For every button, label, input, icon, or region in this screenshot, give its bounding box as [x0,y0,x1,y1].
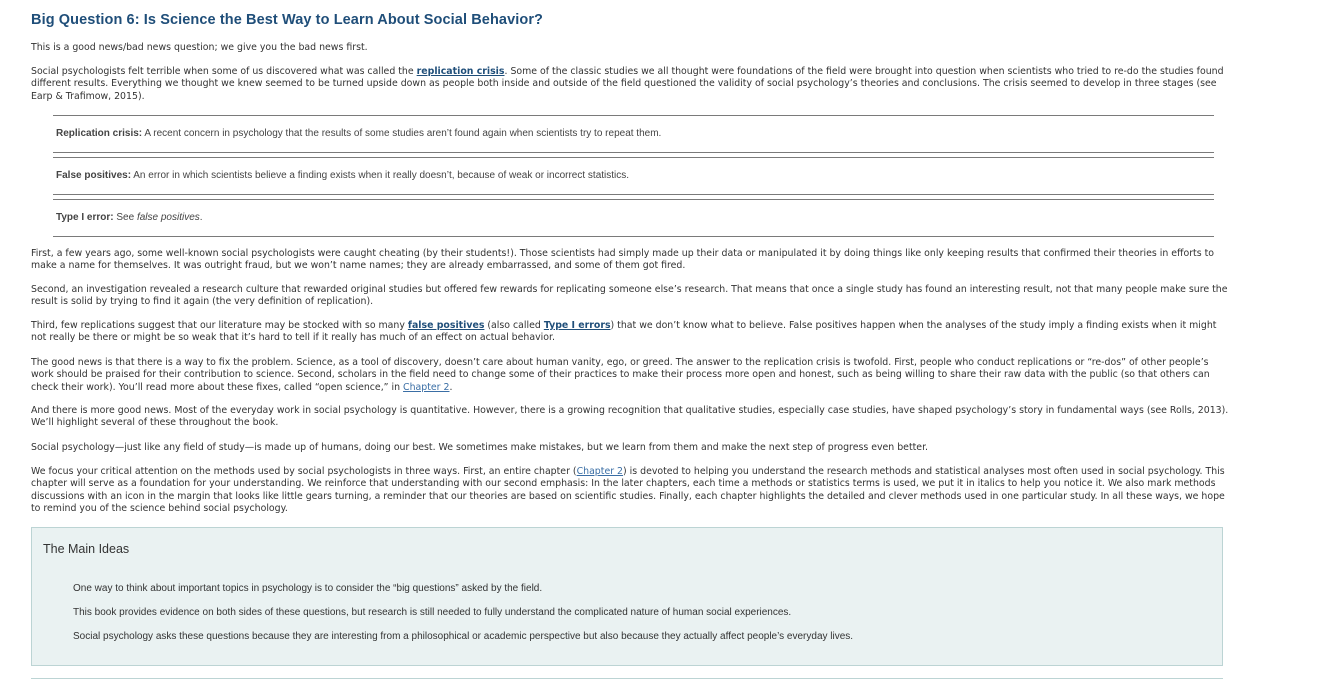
false-positives-link[interactable]: false positives [408,320,485,331]
glossary-type-i-error: Type I error: See false positives. [53,199,1214,237]
chapter-2-link[interactable]: Chapter 2 [577,466,623,477]
paragraph-text: The good news is that there is a way to … [31,357,1210,393]
glossary-term: Replication crisis: [56,128,143,139]
glossary-term: Type I error: [56,212,114,223]
paragraph-text: Social psychologists felt terrible when … [31,66,417,77]
paragraph-text: (also called [484,320,544,331]
glossary-entry: Replication crisis: A recent concern in … [56,128,661,139]
replication-paragraph: Social psychologists felt terrible when … [31,66,1231,103]
paragraph-text: Third, few replications suggest that our… [31,320,408,331]
type-i-errors-link[interactable]: Type I errors [544,320,611,331]
main-idea-item: This book provides evidence on both side… [73,607,792,618]
intro-paragraph: This is a good news/bad news question; w… [31,42,368,53]
replication-crisis-link[interactable]: replication crisis [417,66,505,77]
paragraph-text: . [449,381,453,393]
main-idea-item: Social psychology asks these questions b… [73,631,854,642]
chapter-2-link[interactable]: Chapter 2 [403,382,449,393]
glossary-definition: A recent concern in psychology that the … [142,128,662,139]
glossary-definition-italic: false positives [136,212,200,223]
glossary-definition: See [113,212,137,223]
methods-paragraph: We focus your critical attention on the … [31,466,1231,515]
investigation-paragraph: Second, an investigation revealed a rese… [31,284,1228,308]
page: Big Question 6: Is Science the Best Way … [0,0,1338,689]
glossary-replication-crisis: Replication crisis: A recent concern in … [53,115,1214,153]
cheating-paragraph: First, a few years ago, some well-known … [31,248,1215,272]
qualitative-paragraph: And there is more good news. Most of the… [31,405,1229,429]
glossary-definition: An error in which scientists believe a f… [131,170,630,181]
main-ideas-box: The Main Ideas One way to think about im… [31,527,1223,666]
paragraph-text: We focus your critical attention on the … [31,466,577,477]
glossary-entry: False positives: An error in which scien… [56,170,629,181]
next-section-box [31,678,1223,689]
glossary-term: False positives: [56,170,132,181]
page-title: Big Question 6: Is Science the Best Way … [31,12,544,28]
glossary-definition: . [199,212,203,223]
false-positives-paragraph: Third, few replications suggest that our… [31,320,1231,345]
main-ideas-heading: The Main Ideas [43,542,130,556]
humans-paragraph: Social psychology—just like any field of… [31,442,929,453]
good-news-paragraph: The good news is that there is a way to … [31,357,1231,394]
glossary-entry: Type I error: See false positives. [56,212,203,223]
main-idea-item: One way to think about important topics … [73,583,543,594]
glossary-false-positives: False positives: An error in which scien… [53,157,1214,195]
